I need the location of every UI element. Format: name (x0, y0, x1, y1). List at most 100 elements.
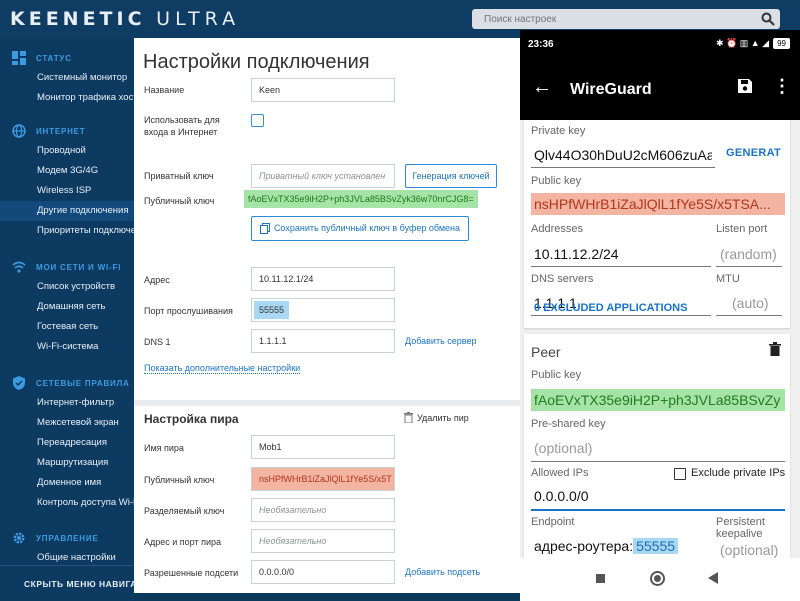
sidebar-section-rules: СЕТЕВЫЕ ПРАВИЛА Интернет-фильтр Межсетев… (0, 373, 134, 513)
delete-peer-button[interactable]: Удалить пир (404, 412, 469, 423)
generate-keys-button[interactable]: Генерация ключей (405, 164, 497, 188)
sidebar-item-wifi-access[interactable]: Контроль доступа Wi-Fi (0, 493, 134, 513)
app-bar: ← WireGuard ⋮ (520, 60, 800, 120)
nav-back-icon[interactable] (708, 572, 718, 584)
logo-model: ULTRA (156, 8, 241, 30)
listen-port-input[interactable]: (random) (720, 246, 777, 262)
collapse-menu-label: СКРЫТЬ МЕНЮ НАВИГАЦИИ (24, 578, 134, 589)
allowed-ips-underline (531, 509, 785, 511)
sidebar-item-internet-filter[interactable]: Интернет-фильтр (0, 393, 134, 413)
keepalive-input[interactable]: (optional) (720, 542, 778, 558)
exclude-private-ips-label: Exclude private IPs (691, 467, 786, 479)
search-box (472, 9, 780, 30)
dns-field[interactable]: 1.1.1.1 (251, 329, 395, 353)
private-key-underline (531, 167, 715, 168)
private-key-field[interactable]: Приватный ключ установлен (251, 164, 395, 188)
peer-public-key-input[interactable]: fAoEVxTX35e9iH2P+ph3JVLa85BSvZy (531, 389, 785, 411)
address-label: Адрес (144, 275, 170, 285)
copy-public-key-button[interactable]: Сохранить публичный ключ в буфер обмена (251, 216, 469, 241)
add-server-link[interactable]: Добавить сервер (405, 336, 476, 346)
search-icon[interactable] (761, 12, 775, 26)
back-arrow-icon[interactable]: ← (532, 76, 552, 99)
sidebar-item-forwarding[interactable]: Переадресация (0, 433, 134, 453)
sidebar-item-traffic-monitor[interactable]: Монитор трафика хостов (0, 88, 134, 108)
wireguard-phone-screen: 23:36 ✱ ⏰ ▥ ▲ ◢ 99 ← WireGuard ⋮ Private… (520, 30, 800, 601)
listen-port-label: Listen port (716, 223, 768, 235)
interface-card: Private key Qlv44O30hDuU2cM606zuAa GENER… (524, 120, 790, 328)
private-key-label: Приватный ключ (144, 171, 214, 181)
sidebar: СТАТУС Системный монитор Монитор трафика… (0, 38, 134, 601)
save-icon[interactable] (737, 78, 753, 94)
name-field[interactable]: Keen (251, 78, 395, 102)
collapse-menu-button[interactable]: СКРЫТЬ МЕНЮ НАВИГАЦИИ (0, 565, 134, 601)
generate-key-button[interactable]: GENERAT (726, 147, 781, 159)
delete-peer-icon[interactable] (769, 342, 781, 356)
add-subnet-link[interactable]: Добавить подсеть (405, 567, 480, 577)
search-input[interactable] (472, 9, 742, 30)
mtu-input[interactable]: (auto) (732, 295, 769, 311)
mtu-underline (716, 315, 782, 316)
section-divider (134, 400, 524, 406)
allowed-ips-input[interactable]: 0.0.0.0/0 (534, 488, 589, 504)
sidebar-heading-management[interactable]: УПРАВЛЕНИЕ (0, 528, 134, 548)
keenetic-logo[interactable]: KEENETIC ULTRA (10, 8, 240, 30)
sidebar-heading-rules[interactable]: СЕТЕВЫЕ ПРАВИЛА (0, 373, 134, 393)
peer-name-field[interactable]: Mob1 (251, 435, 395, 459)
sidebar-item-system-monitor[interactable]: Системный монитор (0, 68, 134, 88)
keepalive-label: Persistent keepalive (716, 516, 765, 540)
allowed-ips-label: Allowed IPs (531, 467, 589, 479)
preshared-key-field[interactable]: Необязательно (251, 498, 395, 522)
sidebar-item-devices[interactable]: Список устройств (0, 277, 134, 297)
preshared-key-underline (531, 461, 785, 462)
sidebar-item-priorities[interactable]: Приоритеты подключений (0, 221, 134, 241)
peer-card: Peer Public key fAoEVxTX35e9iH2P+ph3JVLa… (524, 334, 790, 558)
copy-icon (259, 223, 270, 234)
internet-use-label: Использовать для входа в Интернет (144, 115, 220, 137)
sidebar-item-wifi-system[interactable]: Wi-Fi-система (0, 337, 134, 357)
internet-use-checkbox[interactable] (251, 114, 264, 127)
private-key-input[interactable]: Qlv44O30hDuU2cM606zuAa (534, 147, 712, 163)
listen-port-field[interactable]: 55555 (251, 298, 395, 322)
advanced-settings-link[interactable]: Показать дополнительные настройки (144, 363, 301, 374)
sidebar-item-wisp[interactable]: Wireless ISP (0, 181, 134, 201)
sidebar-item-modem[interactable]: Модем 3G/4G (0, 161, 134, 181)
copy-button-label: Сохранить публичный ключ в буфер обмена (273, 223, 461, 233)
connection-settings-panel: Настройки подключения Название Keen Испо… (134, 38, 524, 593)
dashboard-icon (12, 51, 26, 65)
preshared-key-input[interactable]: (optional) (534, 440, 592, 456)
trash-icon (404, 412, 413, 423)
allowed-subnets-field[interactable]: 0.0.0.0/0 (251, 560, 395, 584)
sidebar-item-domain-name[interactable]: Доменное имя (0, 473, 134, 493)
addresses-underline (531, 266, 711, 267)
sidebar-heading-label: СТАТУС (36, 53, 72, 63)
peer-name-label: Имя пира (144, 443, 184, 453)
endpoint-input[interactable]: адрес-роутера: 55555 (534, 538, 679, 554)
address-field[interactable]: 10.11.12.1/24 (251, 267, 395, 291)
sidebar-item-other-connections[interactable]: Другие подключения (0, 201, 134, 221)
wifi-icon (12, 261, 26, 273)
exclude-private-ips-checkbox[interactable] (674, 468, 686, 480)
sidebar-item-routing[interactable]: Маршрутизация (0, 453, 134, 473)
endpoint-port: 55555 (633, 538, 679, 554)
sidebar-item-firewall[interactable]: Межсетевой экран (0, 413, 134, 433)
addresses-input[interactable]: 10.11.12.2/24 (534, 246, 619, 262)
recent-apps-icon[interactable] (596, 574, 605, 583)
home-icon[interactable] (650, 571, 665, 586)
sidebar-item-guest-network[interactable]: Гостевая сеть (0, 317, 134, 337)
peer-section-title: Настройка пира (144, 412, 239, 426)
delete-peer-label: Удалить пир (417, 412, 469, 423)
dns-servers-label: DNS servers (531, 273, 594, 285)
peer-endpoint-field[interactable]: Необязательно (251, 529, 395, 553)
logo-brand: KEENETIC (10, 8, 146, 30)
sidebar-heading-networks[interactable]: МОИ СЕТИ И WI-FI (0, 257, 134, 277)
sidebar-heading-status[interactable]: СТАТУС (0, 48, 134, 68)
excluded-applications-button[interactable]: 0 EXCLUDED APPLICATIONS (534, 302, 687, 314)
android-nav-bar (520, 558, 800, 601)
peer-title: Peer (531, 344, 561, 360)
sidebar-heading-label: МОИ СЕТИ И WI-FI (36, 262, 122, 272)
sidebar-item-home-network[interactable]: Домашняя сеть (0, 297, 134, 317)
more-options-icon[interactable]: ⋮ (773, 76, 791, 97)
sidebar-item-wired[interactable]: Проводной (0, 141, 134, 161)
peer-public-key-field[interactable]: nsHPfWHrB1iZaJlQlL1fYe5S/x5T (251, 467, 395, 491)
sidebar-heading-internet[interactable]: ИНТЕРНЕТ (0, 121, 134, 141)
